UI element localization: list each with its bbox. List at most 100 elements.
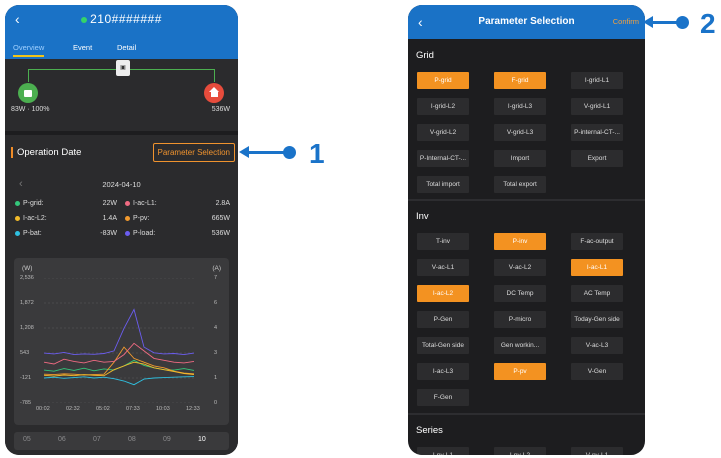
reading-value: -83W: [100, 230, 117, 237]
reading-label: P-grid:: [15, 200, 44, 207]
parameter-option[interactable]: Total-Gen side: [417, 337, 469, 354]
inverter-icon[interactable]: ▣: [116, 60, 130, 76]
history-chart[interactable]: (W) (A) 2,536 7 1,872 6 1,208 4 543 3 -121 1 -785 0…: [14, 258, 229, 425]
y-axis-label: (W): [22, 265, 33, 272]
date-label[interactable]: 2024-04-10: [5, 180, 238, 189]
device-title: 210#######: [5, 12, 238, 26]
parameter-option-selected[interactable]: I-ac-L1: [571, 259, 623, 276]
battery-icon[interactable]: [18, 83, 38, 103]
parameter-option[interactable]: V-ac-L2: [494, 259, 546, 276]
group-title: Series: [416, 425, 443, 436]
parameter-option[interactable]: P-Internal-CT-...: [417, 150, 469, 167]
app-header: ‹ 210####### Overview Event Detail: [5, 5, 238, 59]
parameter-selection-button[interactable]: Parameter Selection: [152, 143, 235, 162]
app-header: ‹ Parameter Selection Confirm: [408, 5, 645, 39]
day-item[interactable]: 08: [128, 436, 136, 443]
callout-number-2: 2: [700, 8, 716, 39]
parameter-option[interactable]: F-ac-output: [571, 233, 623, 250]
online-status-dot: [81, 16, 88, 23]
pload-marker: [125, 230, 130, 236]
day-selector: 05 06 07 08 09 10: [14, 432, 229, 450]
reading-label: P-load:: [125, 230, 155, 237]
series-line-p-load: [44, 308, 194, 356]
parameter-option-selected[interactable]: I-ac-L2: [417, 285, 469, 302]
parameter-option[interactable]: V-Gen: [571, 363, 623, 380]
y2-tick-label: 1: [213, 375, 217, 381]
parameter-option[interactable]: V-grid-L2: [417, 124, 469, 141]
parameter-selection-screen: ‹ Parameter Selection Confirm Grid P-grid…: [408, 5, 645, 455]
callout-line-2: [652, 21, 680, 24]
group-title: Grid: [416, 50, 434, 61]
tab-event[interactable]: Event: [73, 43, 92, 52]
device-name: 210#######: [90, 12, 162, 26]
parameter-option[interactable]: Total export: [494, 176, 546, 193]
parameter-option[interactable]: V-grid-L1: [571, 98, 623, 115]
reading-label: P-pv:: [125, 215, 149, 222]
parameter-option[interactable]: V-pv-L1: [571, 447, 623, 455]
day-item[interactable]: 06: [58, 436, 66, 443]
energy-flow-diagram: ▣ 83W · 100% 536W: [5, 59, 238, 131]
parameter-option[interactable]: I-ac-L3: [417, 363, 469, 380]
operation-section: Operation Date Parameter Selection ‹ 202…: [5, 135, 238, 455]
parameter-option[interactable]: V-ac-L3: [571, 337, 623, 354]
parameter-option[interactable]: I-pv-L2: [494, 447, 546, 455]
reading-value: 665W: [211, 215, 230, 222]
y-tick-label: -785: [20, 400, 32, 406]
home-load-icon[interactable]: [204, 83, 224, 103]
x-tick-label: 12:33: [186, 406, 200, 412]
tab-detail[interactable]: Detail: [117, 43, 136, 52]
tab-overview[interactable]: Overview: [13, 43, 45, 57]
parameter-option[interactable]: AC Temp: [571, 285, 623, 302]
parameter-option-selected[interactable]: P-grid: [417, 72, 469, 89]
parameter-option[interactable]: DC Temp: [494, 285, 546, 302]
callout-line-1: [248, 151, 288, 154]
reading-value: 1.4A: [102, 215, 117, 222]
confirm-button[interactable]: Confirm: [613, 17, 639, 26]
parameter-option[interactable]: Today-Gen side: [571, 311, 623, 328]
parameter-option[interactable]: P-micro: [494, 311, 546, 328]
parameter-option[interactable]: Gen workin...: [494, 337, 546, 354]
y2-axis-label: (A): [212, 265, 221, 272]
parameter-option[interactable]: F-Gen: [417, 389, 469, 406]
day-item-selected[interactable]: 10: [198, 436, 206, 443]
parameter-option-selected[interactable]: P-pv: [494, 363, 546, 380]
y2-tick-label: 6: [213, 300, 217, 306]
y2-tick-label: 0: [213, 400, 217, 406]
parameter-option[interactable]: V-grid-L3: [494, 124, 546, 141]
y-tick-label: 1,208: [20, 325, 34, 331]
y2-tick-label: 4: [213, 325, 217, 331]
x-tick-label: 00:02: [36, 406, 50, 412]
parameter-option[interactable]: I-pv-L1: [417, 447, 469, 455]
x-tick-label: 05:02: [96, 406, 110, 412]
parameter-option[interactable]: V-ac-L1: [417, 259, 469, 276]
parameter-option[interactable]: Export: [571, 150, 623, 167]
flow-wire-left: [28, 69, 38, 82]
parameter-option[interactable]: P-Gen: [417, 311, 469, 328]
parameter-option[interactable]: Import: [494, 150, 546, 167]
day-item[interactable]: 07: [93, 436, 101, 443]
parameter-option[interactable]: I-grid-L2: [417, 98, 469, 115]
group-separator: [408, 413, 645, 415]
load-power-label: 536W: [211, 106, 230, 113]
parameter-option[interactable]: P-internal-CT-...: [571, 124, 623, 141]
day-item[interactable]: 05: [23, 436, 31, 443]
reading-label: I-ac-L1:: [125, 200, 157, 207]
parameter-option[interactable]: I-grid-L3: [494, 98, 546, 115]
day-item[interactable]: 09: [163, 436, 171, 443]
section-title: Operation Date: [11, 147, 81, 158]
callout-arrow-2: [643, 16, 653, 28]
parameter-option[interactable]: I-grid-L1: [571, 72, 623, 89]
callout-arrow-1: [239, 146, 249, 158]
parameter-option[interactable]: Total import: [417, 176, 469, 193]
chart-plot-area: [44, 278, 194, 403]
ppv-marker: [125, 215, 130, 221]
reading-value: 22W: [102, 200, 117, 207]
flow-wire-top-left: [28, 69, 117, 70]
parameter-option[interactable]: T-inv: [417, 233, 469, 250]
iacl2-marker: [15, 215, 20, 221]
parameter-option-selected[interactable]: P-inv: [494, 233, 546, 250]
battery-power-label: 83W · 100%: [11, 106, 50, 113]
reading-value: 536W: [211, 230, 230, 237]
reading-row: P-bat: -83W P-load: 536W: [15, 230, 230, 240]
parameter-option-selected[interactable]: F-grid: [494, 72, 546, 89]
